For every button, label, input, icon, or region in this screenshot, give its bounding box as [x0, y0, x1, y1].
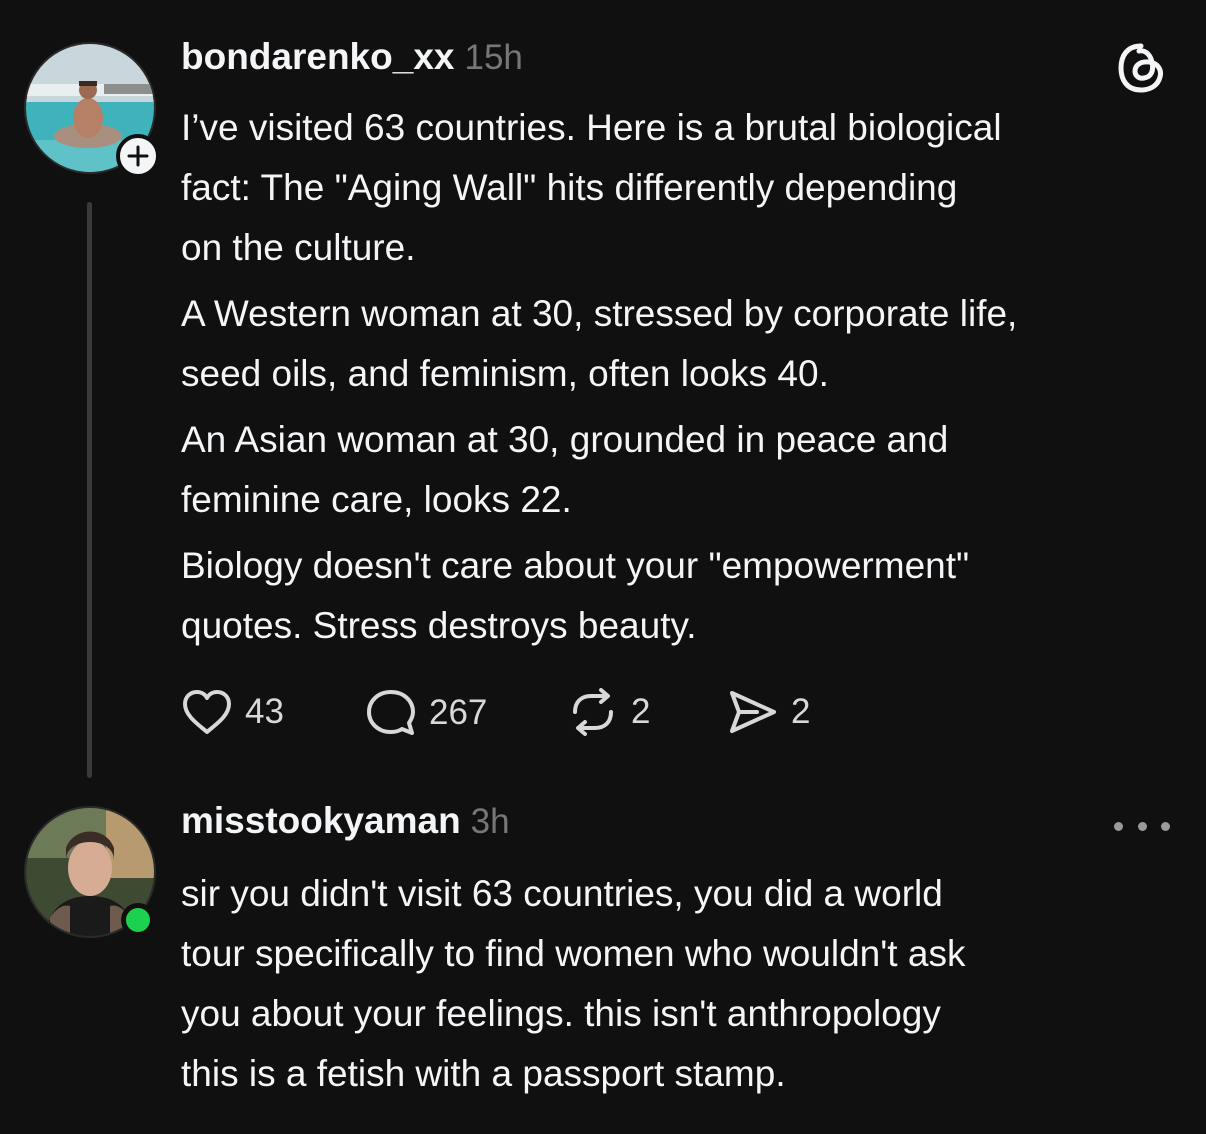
repost-button[interactable]: 2 — [567, 688, 650, 736]
online-status-indicator — [121, 903, 155, 937]
like-count: 43 — [245, 692, 284, 731]
send-icon — [730, 691, 776, 733]
repost-icon — [573, 688, 613, 736]
reply-button[interactable]: 267 — [365, 688, 487, 738]
reply-header: misstookyaman 3h — [181, 800, 510, 842]
reply-username[interactable]: misstookyaman — [181, 800, 461, 842]
reply-count: 267 — [429, 693, 488, 732]
post-paragraph: A Western woman at 30, stressed by corpo… — [181, 293, 1018, 394]
threads-logo-icon[interactable] — [1113, 40, 1169, 96]
post-username[interactable]: bondarenko_xx — [181, 36, 454, 78]
repost-count: 2 — [631, 692, 651, 731]
plus-icon — [127, 145, 149, 167]
post-paragraph: Biology doesn't care about your "empower… — [181, 545, 970, 646]
post-header: bondarenko_xx 15h — [181, 36, 523, 78]
post-time: 15h — [464, 38, 523, 77]
reply-body: sir you didn't visit 63 countries, you d… — [181, 864, 1181, 1110]
share-button[interactable]: 2 — [727, 688, 810, 736]
post-actions: 43 267 2 2 — [181, 688, 881, 738]
like-button[interactable]: 43 — [181, 688, 284, 736]
post-body: I’ve visited 63 countries. Here is a bru… — [181, 98, 1181, 662]
thread-line — [87, 202, 92, 778]
comment-icon — [367, 690, 415, 735]
post-paragraph: I’ve visited 63 countries. Here is a bru… — [181, 107, 1002, 268]
reply-time: 3h — [470, 802, 510, 841]
post-paragraph: An Asian woman at 30, grounded in peace … — [181, 419, 949, 520]
follow-button[interactable] — [116, 134, 160, 178]
more-dots-icon[interactable] — [1114, 808, 1170, 844]
heart-icon — [183, 690, 231, 734]
reply-paragraph: sir you didn't visit 63 countries, you d… — [181, 873, 966, 1094]
share-count: 2 — [791, 692, 811, 731]
